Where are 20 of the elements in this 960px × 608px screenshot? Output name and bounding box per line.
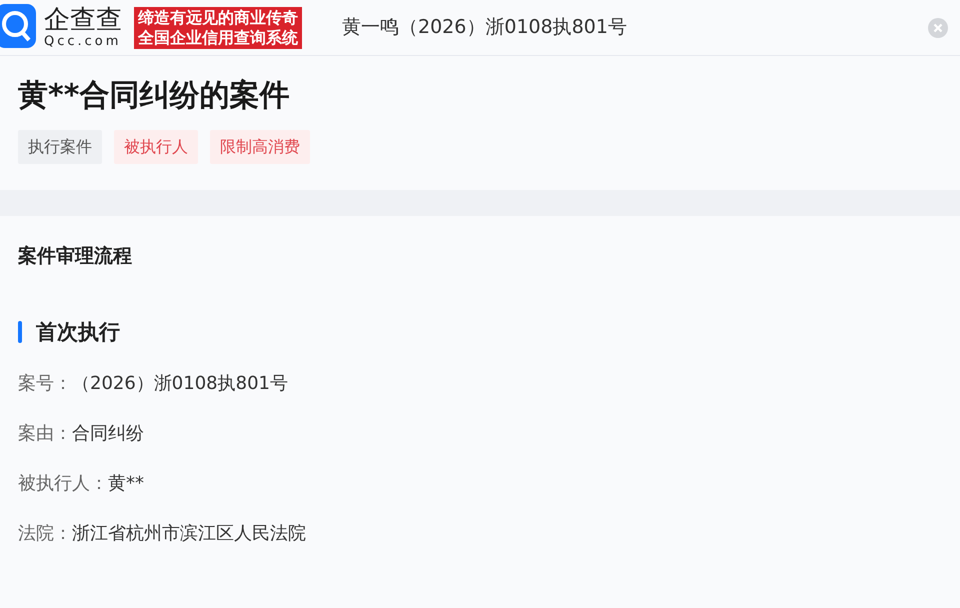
case-tag: 被执行人 [114, 130, 198, 164]
slogan-banner: 缔造有远见的商业传奇 全国企业信用查询系统 [134, 6, 302, 48]
accent-bar [18, 321, 22, 344]
stage-title: 首次执行 [36, 318, 120, 346]
field-label: 被执行人： [18, 472, 108, 496]
section-title: 案件审理流程 [18, 244, 133, 269]
case-tag: 限制高消费 [210, 130, 310, 164]
clear-icon[interactable] [928, 18, 948, 38]
logo-text: 企查查 [44, 7, 122, 33]
field-value: 浙江省杭州市滨江区人民法院 [72, 522, 306, 546]
logo-domain: Qcc.com [44, 35, 122, 48]
field-label: 法院： [18, 522, 72, 546]
field-label: 案号： [18, 372, 72, 396]
field-value: 黄** [108, 472, 144, 496]
case-tag: 执行案件 [18, 130, 102, 164]
field-value: （2026）浙0108执801号 [72, 372, 288, 396]
search-field[interactable]: 黄一鸣（2026）浙0108执801号 [342, 13, 928, 42]
field-value: 合同纠纷 [72, 422, 144, 446]
field-label: 案由： [18, 422, 72, 446]
case-title: 黄**合同纠纷的案件 [18, 77, 290, 115]
